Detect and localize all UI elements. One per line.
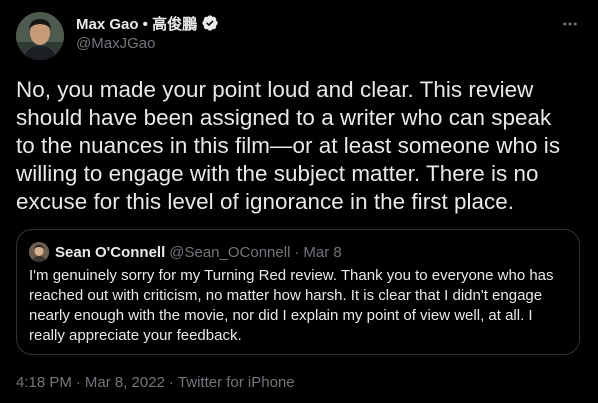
quoted-text-line: reached out with criticism, no matter ho…	[29, 287, 543, 304]
author-handle[interactable]: @MaxJGao	[76, 35, 219, 55]
quoted-date: Mar 8	[303, 243, 342, 261]
tweet-text-line: No, you made your point loud and clear. …	[16, 77, 534, 102]
quoted-author-name: Sean O'Connell	[55, 243, 166, 261]
quoted-separator: ·	[294, 243, 300, 261]
quoted-tweet-header: Sean O'Connell @Sean_OConnell · Mar 8	[29, 242, 342, 262]
quoted-text-line: I'm genuinely sorry for my Turning Red r…	[29, 267, 554, 284]
verified-badge-icon	[201, 14, 219, 32]
tweet-time[interactable]: 4:18 PM	[16, 374, 72, 391]
tweet-text-line: to the nuances in this film—or at least …	[16, 133, 561, 158]
tweet-text: No, you made your point loud and clear. …	[16, 76, 586, 216]
tweet-text-line: willing to engage with the subject matte…	[16, 161, 539, 186]
tweet-date[interactable]: Mar 8, 2022	[85, 374, 165, 391]
author-name-row: Max Gao • 高俊鵬	[76, 13, 219, 33]
author-avatar[interactable]	[16, 12, 64, 60]
author-info: Max Gao • 高俊鵬 @MaxJGao	[76, 13, 219, 55]
quoted-author-handle: @Sean_OConnell	[169, 243, 291, 261]
meta-separator: ·	[168, 374, 174, 391]
tweet-card: Max Gao • 高俊鵬 @MaxJGao No, you made your…	[0, 0, 598, 403]
tweet-source[interactable]: Twitter for iPhone	[178, 374, 295, 391]
tweet-metadata: 4:18 PM · Mar 8, 2022 · Twitter for iPho…	[16, 374, 295, 391]
tweet-text-line: should have been assigned to a writer wh…	[16, 105, 552, 130]
quoted-text-line: really appreciate your feedback.	[29, 327, 242, 344]
tweet-text-line: excuse for this level of ignorance in th…	[16, 189, 515, 214]
quoted-author-avatar	[29, 242, 49, 262]
meta-separator: ·	[75, 374, 81, 391]
author-display-name[interactable]: Max Gao • 高俊鵬	[76, 13, 197, 34]
more-dots-icon[interactable]	[560, 14, 580, 34]
quoted-tweet-text: I'm genuinely sorry for my Turning Red r…	[29, 266, 569, 346]
quoted-text-line: nearly enough with the movie, nor did I …	[29, 307, 533, 324]
quoted-tweet[interactable]: Sean O'Connell @Sean_OConnell · Mar 8 I'…	[16, 229, 580, 355]
